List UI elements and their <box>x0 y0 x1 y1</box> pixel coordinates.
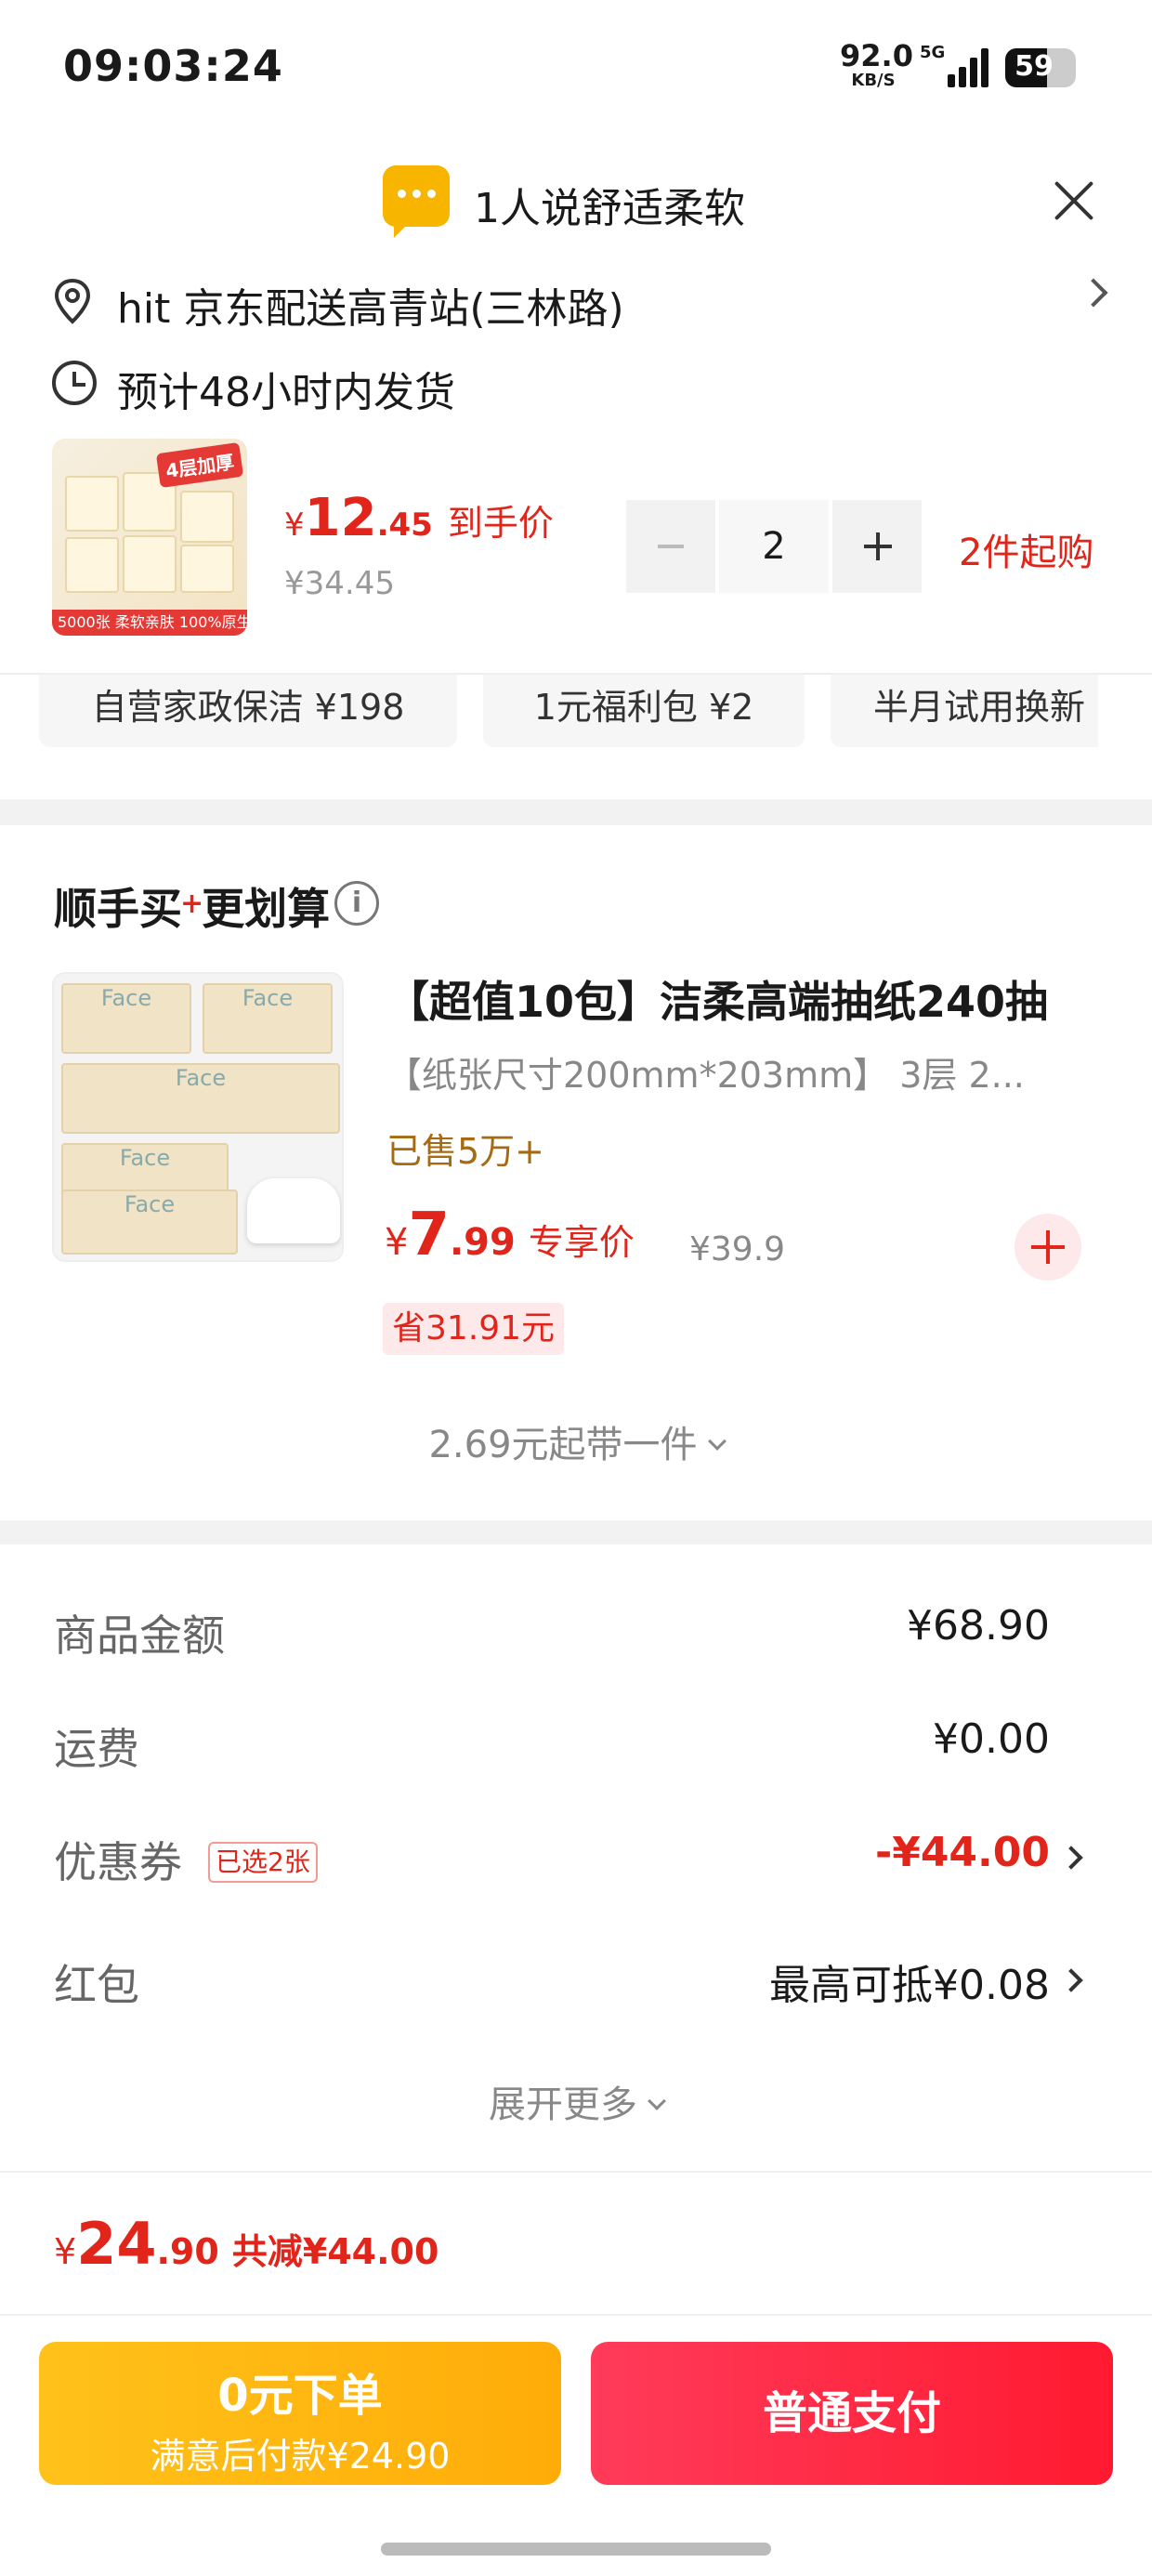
upsell-price: ¥7.99 专享价 <box>385 1201 635 1269</box>
service-options: 自营家政保洁 ¥198 1元福利包 ¥2 半月试用换新 <box>39 675 1098 747</box>
coupon-label: 优惠券 <box>54 1837 182 1887</box>
price-label: 专享价 <box>528 1222 635 1263</box>
battery-level: 59 <box>1015 50 1054 83</box>
total-reduced: 共减¥44.00 <box>231 2231 439 2272</box>
total-integer: 24 <box>76 2210 157 2278</box>
price-symbol: ¥ <box>284 506 305 544</box>
goods-amount-row: 商品金额 ¥68.90 <box>54 1602 1094 1667</box>
shipping-label: 运费 <box>54 1724 139 1774</box>
total-symbol: ¥ <box>54 2231 77 2272</box>
thumb-badge: 4层加厚 <box>155 441 244 489</box>
signal-icon <box>948 46 996 87</box>
status-bar: 09:03:24 92.0 KB/S 5G 59 <box>0 0 1152 139</box>
close-icon[interactable] <box>1050 177 1098 225</box>
increase-button[interactable] <box>832 500 922 593</box>
battery-icon: 59 <box>1005 48 1076 87</box>
bundle-link-text: 2.69元起带一件 <box>428 1424 698 1466</box>
divider <box>0 2314 1152 2316</box>
service-option-cleaning[interactable]: 自营家政保洁 ¥198 <box>39 675 457 747</box>
coupon-row[interactable]: 优惠券 已选2张 -¥44.00 <box>54 1829 1094 1894</box>
chevron-right-icon <box>1059 1968 1083 1992</box>
upsell-sold-count: 已售5万+ <box>386 1131 545 1172</box>
price-label: 到手价 <box>447 503 554 544</box>
tissue-image <box>247 1178 340 1243</box>
expand-more[interactable]: 展开更多 <box>0 2074 1152 2128</box>
shipping-row: 运费 ¥0.00 <box>54 1715 1094 1781</box>
chevron-down-icon <box>648 2092 666 2110</box>
goods-amount-value: ¥68.90 <box>907 1602 1050 1649</box>
price-integer: 12 <box>304 488 377 548</box>
redpacket-row[interactable]: 红包 最高可抵¥0.08 <box>54 1952 1094 2017</box>
pack-label: Face <box>203 983 333 1054</box>
net-speed-unit: KB/S <box>851 71 896 90</box>
upsell-thumbnail[interactable]: Face Face Face Face Face <box>52 972 344 1262</box>
redpacket-label: 红包 <box>54 1960 139 2010</box>
price-decimal: .99 <box>449 1221 516 1264</box>
pack-label: Face <box>61 1189 238 1255</box>
address-row[interactable]: hit 京东配送高青站(三林路) <box>52 269 1108 335</box>
network-type: 5G <box>920 43 946 62</box>
chevron-down-icon <box>707 1432 727 1451</box>
clock-icon <box>52 361 97 405</box>
coupon-value: -¥44.00 <box>874 1829 1050 1876</box>
bundle-link[interactable]: 2.69元起带一件 <box>0 1414 1152 1468</box>
normal-pay-button[interactable]: 普通支付 <box>591 2342 1113 2485</box>
upsell-product-title[interactable]: 【超值10包】洁柔高端抽纸240抽 <box>386 968 1048 1030</box>
pack-label: Face <box>61 1063 340 1134</box>
service-option-trial[interactable]: 半月试用换新 <box>831 675 1098 747</box>
add-to-cart-button[interactable] <box>1015 1214 1081 1281</box>
upsell-title-a: 顺手买 <box>54 884 182 934</box>
pack-label: Face <box>61 983 191 1054</box>
shipping-eta: 预计48小时内发货 <box>117 369 455 416</box>
quantity-value[interactable]: 2 <box>715 500 832 593</box>
goods-amount-label: 商品金额 <box>54 1610 225 1661</box>
savings-tag: 省31.91元 <box>383 1303 565 1355</box>
coupon-selected-tag: 已选2张 <box>208 1842 318 1883</box>
chevron-right-icon <box>1059 1846 1083 1870</box>
price-integer: 7 <box>408 1201 450 1269</box>
zero-order-title: 0元下单 <box>217 2370 383 2422</box>
shipping-value: ¥0.00 <box>933 1715 1050 1763</box>
expand-more-text: 展开更多 <box>489 2083 637 2126</box>
status-time: 09:03:24 <box>63 41 283 91</box>
net-speed-value: 92.0 <box>840 38 913 73</box>
original-price: ¥34.45 <box>284 565 395 602</box>
product-thumbnail[interactable]: 4层加厚 5000张 柔软亲肤 100%原生木浆 <box>52 439 247 636</box>
section-gap <box>0 799 1152 825</box>
price-decimal: .45 <box>376 506 433 544</box>
quantity-stepper: 2 <box>626 500 922 593</box>
home-indicator[interactable] <box>381 2543 771 2556</box>
location-pin-icon <box>54 278 91 324</box>
product-price: ¥12.45 到手价 <box>284 488 554 548</box>
upsell-product-desc: 【纸张尺寸200mm*203mm】 3层 2... <box>386 1055 1025 1096</box>
delivery-address: hit 京东配送高青站(三林路) <box>117 285 624 333</box>
info-icon[interactable]: i <box>334 881 379 926</box>
section-gap <box>0 1520 1152 1544</box>
upsell-title-plus: + <box>180 887 204 920</box>
decrease-button[interactable] <box>626 500 715 593</box>
zero-yuan-order-button[interactable]: 0元下单 满意后付款¥24.90 <box>39 2342 561 2485</box>
upsell-title: 顺手买+更划算 <box>54 875 330 937</box>
redpacket-value: 最高可抵¥0.08 <box>769 1962 1050 2009</box>
review-banner-text: 1人说舒适柔软 <box>474 185 745 232</box>
upsell-original-price: ¥39.9 <box>689 1230 786 1268</box>
min-purchase-note: 2件起购 <box>959 532 1094 574</box>
chat-bubble-icon <box>383 165 450 238</box>
price-symbol: ¥ <box>385 1221 409 1264</box>
thumb-strip: 5000张 柔软亲肤 100%原生木浆 <box>52 610 247 636</box>
net-speed: 92.0 KB/S <box>840 38 913 90</box>
order-total: ¥24.90 共减¥44.00 <box>54 2210 439 2278</box>
service-option-welfare[interactable]: 1元福利包 ¥2 <box>483 675 805 747</box>
zero-order-subtitle: 满意后付款¥24.90 <box>150 2436 451 2477</box>
total-decimal: .90 <box>156 2231 219 2272</box>
divider <box>0 2171 1152 2173</box>
chevron-right-icon <box>1079 278 1108 308</box>
upsell-title-b: 更划算 <box>202 884 331 934</box>
